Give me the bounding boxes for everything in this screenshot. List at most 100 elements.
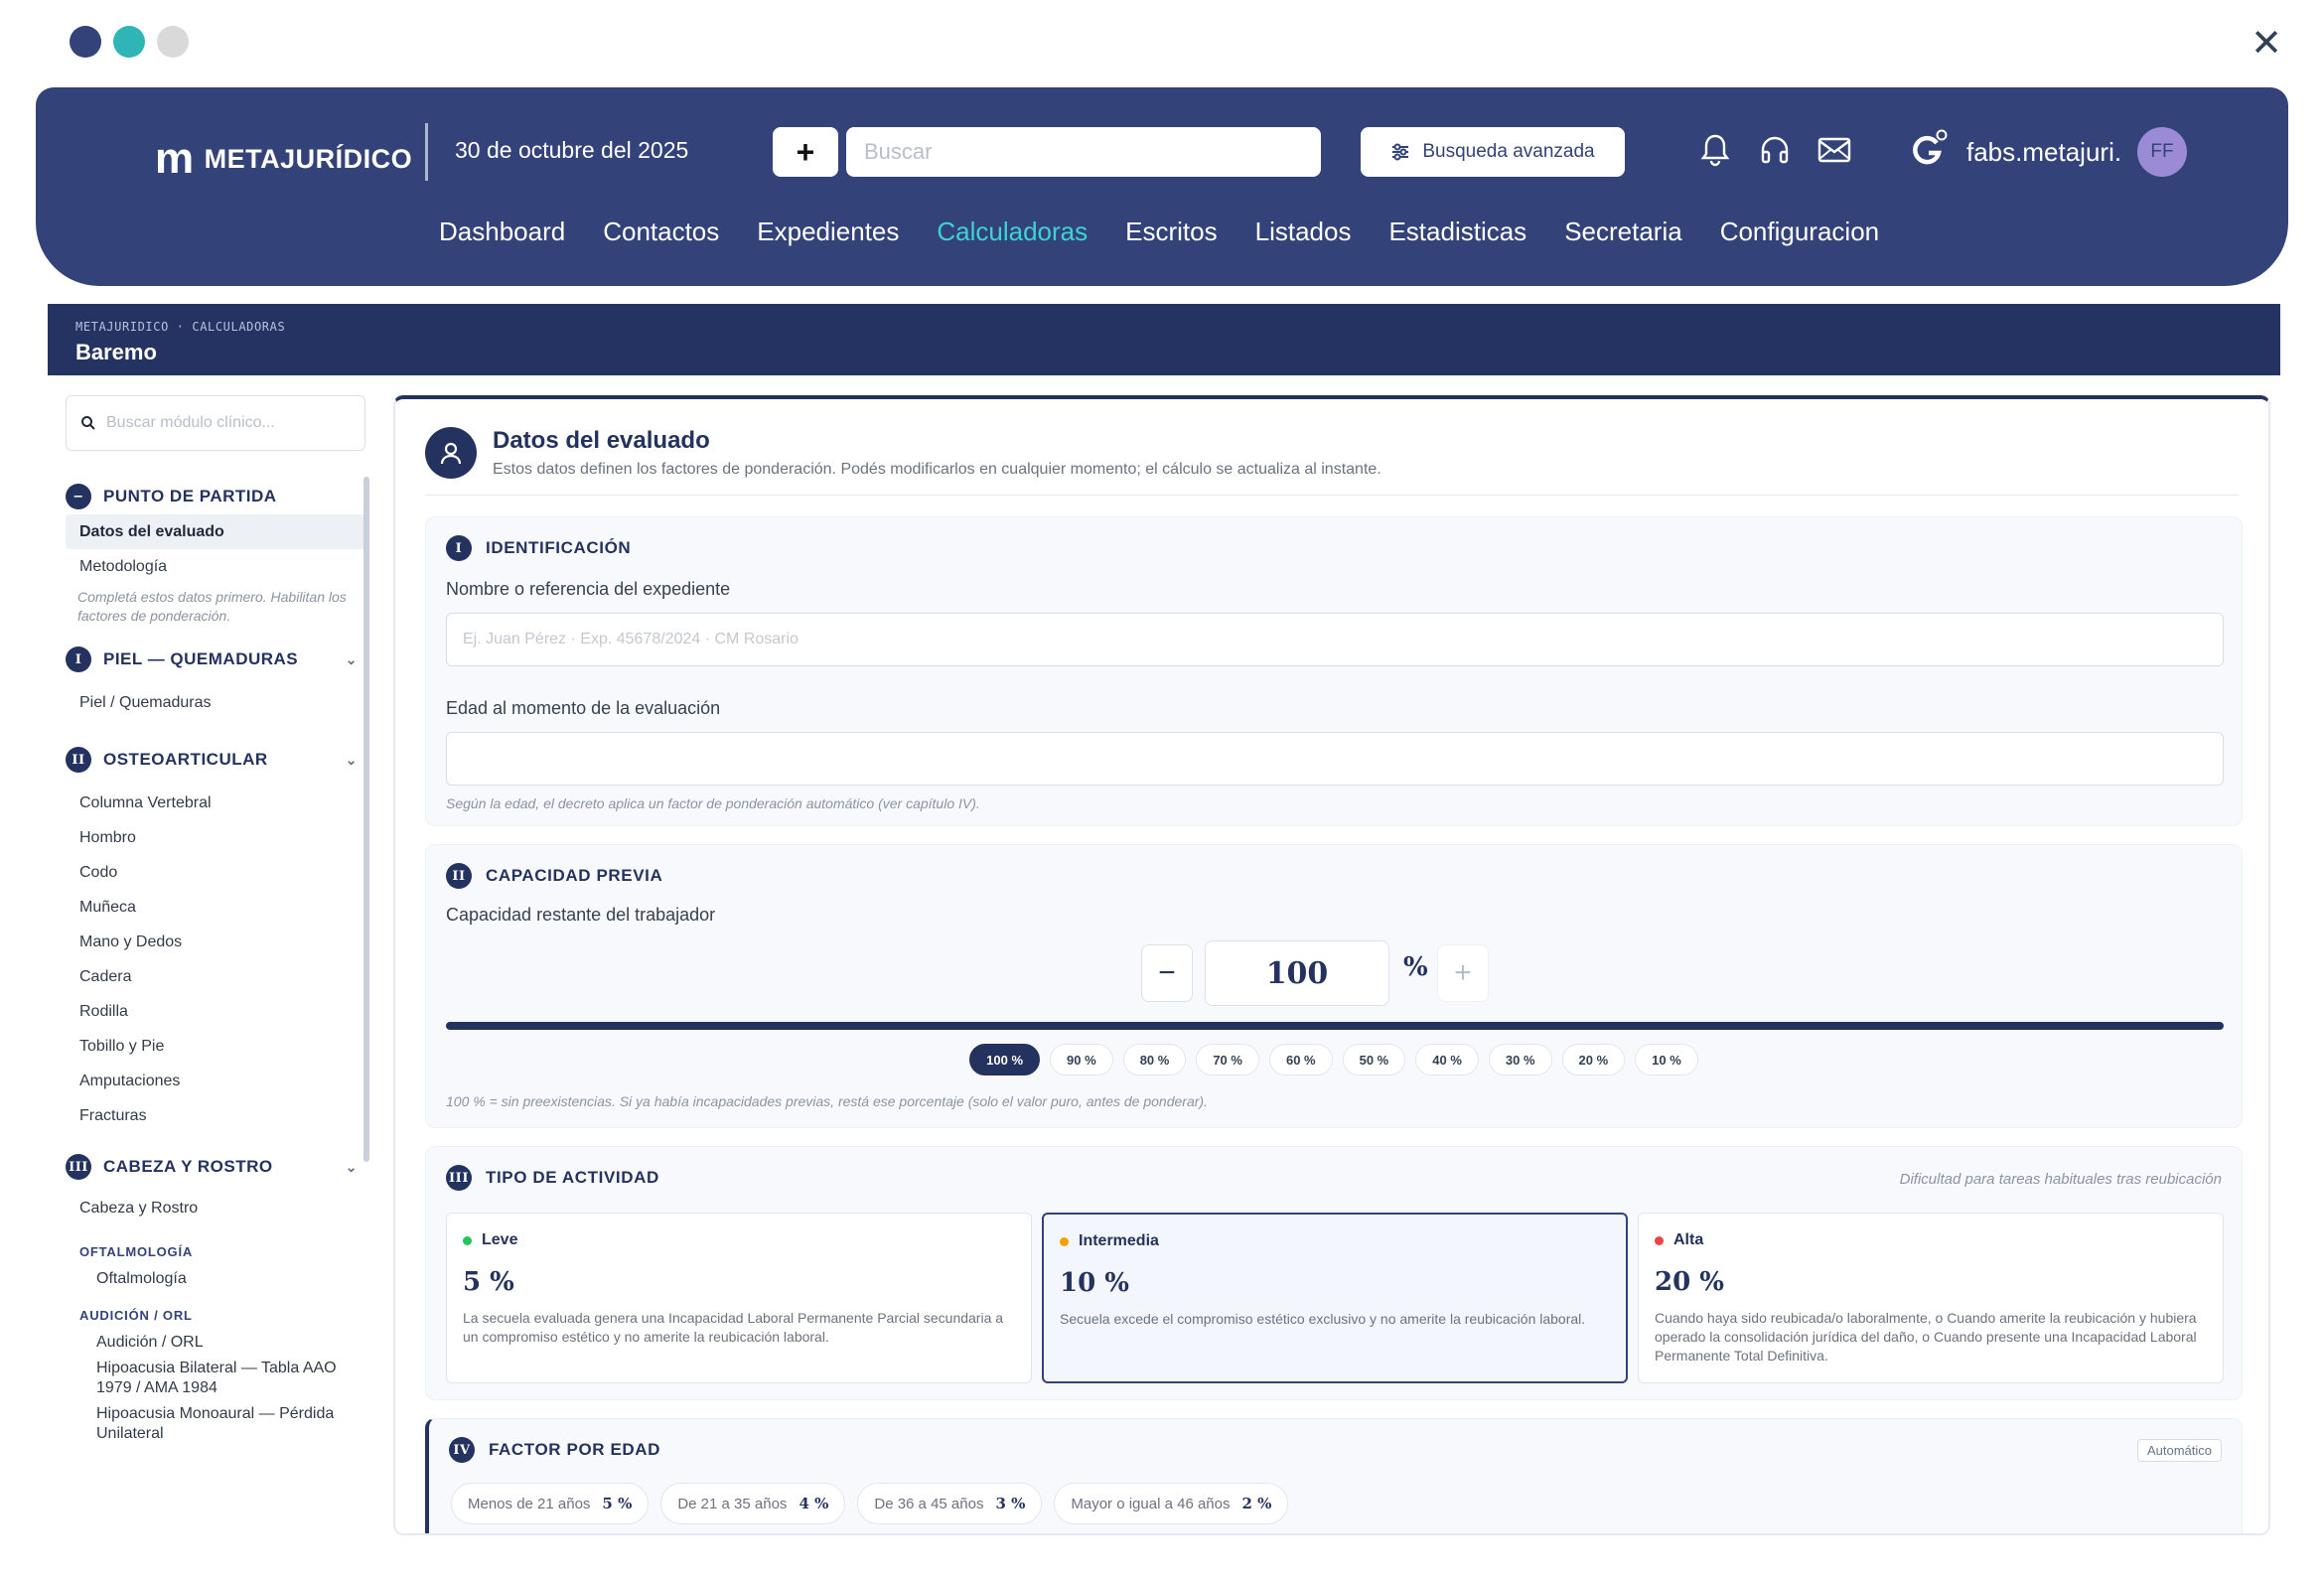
search-icon bbox=[81, 416, 95, 430]
capacity-hint: 100 % = sin preexistencias. Si ya había … bbox=[446, 1093, 1208, 1109]
sidebar-section-piel[interactable]: I PIEL — QUEMADURAS ⌄ bbox=[66, 642, 369, 677]
sidebar-item[interactable]: Hombro bbox=[66, 820, 369, 855]
age-chip-label: Menos de 21 años bbox=[468, 1495, 591, 1512]
roman-numeral-badge: I bbox=[66, 646, 91, 672]
sidebar-item[interactable]: Amputaciones bbox=[66, 1064, 369, 1098]
roman-numeral-badge: II bbox=[446, 863, 472, 889]
sidebar-item[interactable]: Columna Vertebral bbox=[66, 786, 369, 820]
sidebar-item[interactable]: Rodilla bbox=[66, 994, 369, 1029]
sidebar-group-oftalmologia: OFTALMOLOGÍA bbox=[79, 1243, 194, 1259]
capacity-chip[interactable]: 50 % bbox=[1342, 1044, 1406, 1076]
nav-calculadoras[interactable]: Calculadoras bbox=[937, 216, 1088, 247]
sidebar-search-placeholder: Buscar módulo clínico... bbox=[106, 414, 275, 431]
logo[interactable]: m METAJURÍDICO bbox=[155, 137, 412, 181]
decrement-button[interactable]: − bbox=[1141, 944, 1193, 1002]
activity-option-leve[interactable]: Leve 5 % La secuela evaluada genera una … bbox=[446, 1213, 1032, 1383]
sidebar-item-oftalmologia[interactable]: Oftalmología bbox=[66, 1269, 369, 1289]
activity-option-alta[interactable]: Alta 20 % Cuando haya sido reubicada/o l… bbox=[1638, 1213, 2224, 1383]
roman-numeral-badge: III bbox=[446, 1165, 472, 1191]
window-dot-3[interactable] bbox=[157, 26, 189, 58]
sidebar-item-audicion-orl[interactable]: Audición / ORL bbox=[66, 1333, 369, 1353]
sidebar-scrollbar[interactable] bbox=[363, 477, 369, 1162]
breadcrumb[interactable]: METAJURIDICO · CALCULADORAS bbox=[75, 320, 285, 334]
age-chip[interactable]: Menos de 21 años 5 % bbox=[451, 1483, 650, 1524]
sidebar-item[interactable]: Codo bbox=[66, 855, 369, 890]
sidebar-section-osteoarticular[interactable]: II OSTEOARTICULAR ⌄ bbox=[66, 742, 369, 778]
logo-mark-icon: m bbox=[155, 134, 195, 183]
sidebar-search[interactable]: Buscar módulo clínico... bbox=[66, 395, 365, 451]
add-button[interactable]: + bbox=[773, 127, 838, 177]
sidebar-item-hipoacusia-monoaural[interactable]: Hipoacusia Monoaural — Pérdida Unilatera… bbox=[66, 1404, 369, 1444]
capacity-chips: 100 % 90 % 80 % 70 % 60 % 50 % 40 % 30 %… bbox=[426, 1044, 2242, 1076]
nav-secretaria[interactable]: Secretaria bbox=[1564, 216, 1682, 247]
nav-estadisticas[interactable]: Estadisticas bbox=[1388, 216, 1526, 247]
age-chip[interactable]: Mayor o igual a 46 años 2 % bbox=[1054, 1483, 1289, 1524]
sidebar-item-metodologia[interactable]: Metodología bbox=[66, 549, 369, 584]
capacity-slider[interactable] bbox=[446, 1022, 2224, 1030]
bell-icon[interactable] bbox=[1696, 131, 1734, 169]
sidebar-group-audicion: AUDICIÓN / ORL bbox=[79, 1307, 193, 1323]
card-heading-label: TIPO DE ACTIVIDAD bbox=[486, 1168, 659, 1187]
capacity-value[interactable]: 100 bbox=[1205, 940, 1389, 1006]
sidebar-item[interactable]: Muñeca bbox=[66, 890, 369, 925]
card-factor-por-edad: IV FACTOR POR EDAD Automático Menos de 2… bbox=[425, 1418, 2243, 1533]
sidebar-section-punto-de-partida[interactable]: − PUNTO DE PARTIDA bbox=[66, 479, 369, 514]
sidebar-item-piel-quemaduras[interactable]: Piel / Quemaduras bbox=[66, 685, 369, 720]
close-icon[interactable]: ✕ bbox=[2251, 24, 2282, 62]
chevron-down-icon: ⌄ bbox=[345, 751, 358, 768]
search-input[interactable] bbox=[846, 127, 1321, 177]
headset-icon[interactable] bbox=[1756, 131, 1794, 169]
capacity-chip[interactable]: 70 % bbox=[1196, 1044, 1259, 1076]
capacity-chip[interactable]: 30 % bbox=[1488, 1044, 1552, 1076]
page-title: Baremo bbox=[75, 340, 157, 364]
current-date: 30 de octubre del 2025 bbox=[455, 137, 689, 163]
increment-button[interactable]: + bbox=[1437, 944, 1489, 1002]
sidebar-item[interactable]: Tobillo y Pie bbox=[66, 1029, 369, 1064]
sidebar-item-hipoacusia-bilateral[interactable]: Hipoacusia Bilateral — Tabla AAO 1979 / … bbox=[66, 1359, 369, 1398]
age-chip[interactable]: De 36 a 45 años 3 % bbox=[857, 1483, 1043, 1524]
main-nav: Dashboard Contactos Expedientes Calculad… bbox=[439, 216, 1879, 247]
age-chip[interactable]: De 21 a 35 años 4 % bbox=[660, 1483, 846, 1524]
capacity-chip[interactable]: 20 % bbox=[1561, 1044, 1626, 1076]
sidebar-item[interactable]: Fracturas bbox=[66, 1098, 369, 1133]
roman-numeral-badge: IV bbox=[449, 1437, 475, 1463]
nav-configuracion[interactable]: Configuracion bbox=[1720, 216, 1879, 247]
activity-option-header: Intermedia bbox=[1060, 1232, 1610, 1250]
activity-percent: 5 % bbox=[463, 1267, 514, 1297]
sidebar-section-cabeza-y-rostro[interactable]: III CABEZA Y ROSTRO ⌄ bbox=[66, 1149, 369, 1185]
capacity-chip[interactable]: 40 % bbox=[1415, 1044, 1479, 1076]
osteoarticular-list: Columna Vertebral Hombro Codo Muñeca Man… bbox=[66, 786, 369, 1133]
capacity-chip[interactable]: 80 % bbox=[1122, 1044, 1187, 1076]
section-subtitle: Estos datos definen los factores de pond… bbox=[493, 461, 1381, 478]
status-dot-icon bbox=[1655, 1235, 1664, 1245]
capacity-chip[interactable]: 10 % bbox=[1635, 1044, 1698, 1076]
expediente-name-input[interactable] bbox=[446, 613, 2224, 666]
sidebar-item-datos-del-evaluado[interactable]: Datos del evaluado bbox=[66, 514, 369, 549]
window-dot-2[interactable] bbox=[113, 26, 145, 58]
card-heading: II CAPACIDAD PREVIA bbox=[446, 863, 662, 889]
nav-contactos[interactable]: Contactos bbox=[603, 216, 719, 247]
divider bbox=[425, 123, 428, 181]
nav-dashboard[interactable]: Dashboard bbox=[439, 216, 565, 247]
activity-description: Cuando haya sido reubicada/o laboralment… bbox=[1655, 1310, 2197, 1364]
g-icon[interactable] bbox=[1907, 127, 1951, 171]
activity-label: Intermedia bbox=[1079, 1232, 1159, 1249]
card-heading: I IDENTIFICACIÓN bbox=[446, 535, 631, 561]
user-name[interactable]: fabs.metajuri. bbox=[1966, 137, 2121, 168]
age-input[interactable] bbox=[446, 732, 2224, 786]
capacity-chip[interactable]: 100 % bbox=[969, 1044, 1041, 1076]
avatar[interactable]: FF bbox=[2137, 127, 2187, 177]
capacity-chip[interactable]: 60 % bbox=[1268, 1044, 1333, 1076]
sidebar-item-cabeza-y-rostro[interactable]: Cabeza y Rostro bbox=[66, 1191, 369, 1225]
sidebar-item[interactable]: Mano y Dedos bbox=[66, 925, 369, 959]
mail-icon[interactable] bbox=[1816, 131, 1853, 169]
nav-escritos[interactable]: Escritos bbox=[1125, 216, 1217, 247]
main-panel: Datos del evaluado Estos datos definen l… bbox=[393, 395, 2270, 1535]
activity-option-intermedia[interactable]: Intermedia 10 % Secuela excede el compro… bbox=[1042, 1213, 1628, 1383]
sidebar-item[interactable]: Cadera bbox=[66, 959, 369, 994]
nav-listados[interactable]: Listados bbox=[1255, 216, 1352, 247]
nav-expedientes[interactable]: Expedientes bbox=[757, 216, 899, 247]
window-dot-1[interactable] bbox=[70, 26, 101, 58]
advanced-search-button[interactable]: Busqueda avanzada bbox=[1361, 127, 1625, 177]
capacity-chip[interactable]: 90 % bbox=[1050, 1044, 1113, 1076]
